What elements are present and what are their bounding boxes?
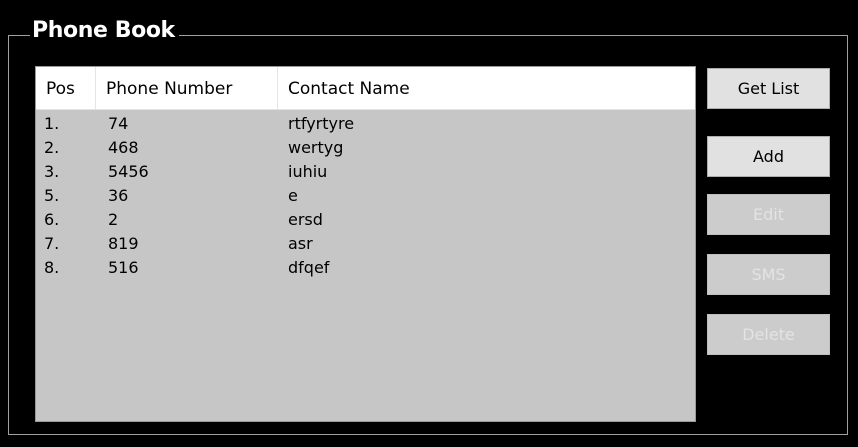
row-pos: 7.: [44, 234, 60, 253]
group-title: Phone Book: [30, 16, 179, 46]
row-phone-number: 2: [108, 210, 119, 229]
row-contact-name: ersd: [288, 210, 323, 229]
list-row[interactable]: 5. 36 e: [36, 184, 695, 208]
phone-list[interactable]: Pos Phone Number Contact Name 1. 74 rtfy…: [35, 66, 696, 422]
list-body: 1. 74 rtfyrtyre 2. 468 wertyg 3. 5456 iu…: [36, 110, 695, 280]
row-pos: 2.: [44, 138, 60, 157]
row-phone-number: 74: [108, 114, 129, 133]
row-pos: 3.: [44, 162, 60, 181]
row-contact-name: dfqef: [288, 258, 330, 277]
row-contact-name: asr: [288, 234, 313, 253]
row-phone-number: 468: [108, 138, 139, 157]
list-row[interactable]: 8. 516 dfqef: [36, 256, 695, 280]
delete-button[interactable]: Delete: [707, 314, 830, 355]
list-row[interactable]: 6. 2 ersd: [36, 208, 695, 232]
row-phone-number: 36: [108, 186, 129, 205]
row-phone-number: 5456: [108, 162, 149, 181]
row-contact-name: iuhiu: [288, 162, 328, 181]
row-pos: 5.: [44, 186, 60, 205]
row-pos: 8.: [44, 258, 60, 277]
column-header-pos[interactable]: Pos: [36, 67, 96, 109]
row-contact-name: rtfyrtyre: [288, 114, 355, 133]
edit-button[interactable]: Edit: [707, 194, 830, 235]
list-row[interactable]: 2. 468 wertyg: [36, 136, 695, 160]
get-list-button[interactable]: Get List: [707, 68, 830, 109]
list-row[interactable]: 3. 5456 iuhiu: [36, 160, 695, 184]
sms-button[interactable]: SMS: [707, 254, 830, 295]
row-pos: 6.: [44, 210, 60, 229]
row-phone-number: 819: [108, 234, 139, 253]
list-header: Pos Phone Number Contact Name: [36, 67, 695, 110]
list-row[interactable]: 7. 819 asr: [36, 232, 695, 256]
column-header-contact-name[interactable]: Contact Name: [278, 67, 695, 109]
row-pos: 1.: [44, 114, 60, 133]
row-phone-number: 516: [108, 258, 139, 277]
add-button[interactable]: Add: [707, 136, 830, 177]
row-contact-name: wertyg: [288, 138, 344, 157]
list-row[interactable]: 1. 74 rtfyrtyre: [36, 112, 695, 136]
row-contact-name: e: [288, 186, 298, 205]
column-header-phone-number[interactable]: Phone Number: [96, 67, 278, 109]
